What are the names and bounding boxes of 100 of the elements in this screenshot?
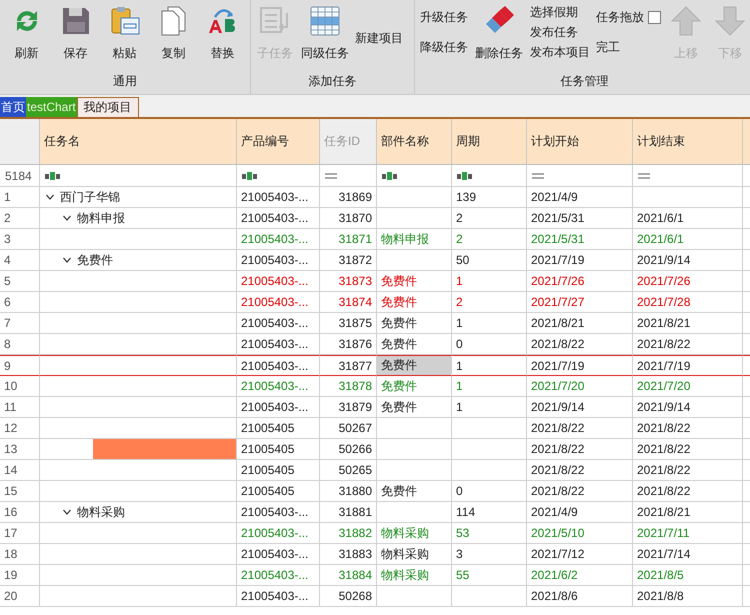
table-cell: 免费件 <box>377 481 452 502</box>
table-cell: 免费件 <box>377 355 452 376</box>
row-count: 5184 <box>0 165 40 187</box>
table-cell: 31883 <box>320 544 377 565</box>
table-cell: 2021/8/22 <box>633 460 743 481</box>
table-cell: 21005405 <box>237 481 320 502</box>
table-cell: 139 <box>452 187 527 208</box>
table-cell: 21005405 <box>237 460 320 481</box>
column-header[interactable]: 周期 <box>452 119 527 165</box>
table-cell: 31882 <box>320 523 377 544</box>
toolbar-button[interactable]: 同级任务 <box>297 2 353 73</box>
column-header[interactable]: 任务名 <box>40 119 237 165</box>
chevron-down-icon[interactable] <box>63 215 71 221</box>
row-number: 5 <box>0 271 40 292</box>
table-cell: 31880 <box>320 481 377 502</box>
table-cell: 2 <box>452 229 527 250</box>
table-cell: 31873 <box>320 271 377 292</box>
chevron-down-icon[interactable] <box>63 509 71 515</box>
column-header[interactable]: 产品编号 <box>237 119 320 165</box>
table-cell: 物料采购 <box>377 544 452 565</box>
row-number: 9 <box>0 355 40 376</box>
table-cell: 31876 <box>320 334 377 355</box>
table-cell: 2021/8/22 <box>633 418 743 439</box>
table-cell: 50 <box>452 250 527 271</box>
table-cell: 2021/7/19 <box>527 250 633 271</box>
table-cell: 53 <box>452 523 527 544</box>
group-label: 添加任务 <box>308 73 358 90</box>
table-cell: 1 <box>452 271 527 292</box>
table-cell: 21005403-... <box>237 292 320 313</box>
table-cell: 21005403-... <box>237 376 320 397</box>
toolbar-button[interactable]: 发布本项目 <box>530 44 590 62</box>
table-cell: 1 <box>452 376 527 397</box>
table-cell: 2021/7/12 <box>527 544 633 565</box>
table-cell: 21005403-... <box>237 334 320 355</box>
equals-filter-icon <box>638 172 650 178</box>
table-cell: 2021/5/31 <box>527 208 633 229</box>
chevron-down-icon[interactable] <box>46 194 54 200</box>
table-cell: 21005403-... <box>237 250 320 271</box>
table-cell: 114 <box>452 502 527 523</box>
filter-cell[interactable] <box>633 165 743 187</box>
table-cell: 2021/8/22 <box>527 439 633 460</box>
row-number: 1 <box>0 187 40 208</box>
table-cell: 1 <box>452 313 527 334</box>
tab[interactable]: 我的项目 <box>76 97 139 117</box>
toolbar-button[interactable]: 选择假期 <box>530 4 590 21</box>
table-cell: 免费件 <box>377 397 452 418</box>
table-cell: 2021/7/27 <box>527 292 633 313</box>
table-cell: 免费件 <box>377 376 452 397</box>
toolbar-button[interactable]: 发布任务 <box>530 24 590 41</box>
toolbar-button[interactable]: 降级任务 <box>420 39 468 56</box>
column-header[interactable]: 部件名称 <box>377 119 452 165</box>
table-cell: 50268 <box>320 586 377 607</box>
row-number: 14 <box>0 460 40 481</box>
table-cell: 物料采购 <box>377 523 452 544</box>
equals-filter-icon <box>532 172 544 178</box>
table-icon <box>309 5 341 37</box>
column-header[interactable]: 计划开始 <box>527 119 633 165</box>
table-cell: 2021/7/28 <box>633 292 743 313</box>
checkbox[interactable] <box>648 10 661 24</box>
toolbar-button[interactable]: 刷新 <box>2 2 51 73</box>
toolbar-button[interactable]: 复制 <box>149 2 198 73</box>
table-cell: 2021/6/1 <box>633 229 743 250</box>
table-cell: 免费件 <box>377 292 452 313</box>
table-cell: 2021/5/10 <box>527 523 633 544</box>
table-cell: 31869 <box>320 187 377 208</box>
filter-cell[interactable] <box>377 165 452 187</box>
table-cell: 31872 <box>320 250 377 271</box>
tab[interactable]: 首页 <box>0 97 26 117</box>
chevron-down-icon[interactable] <box>63 257 71 263</box>
table-cell: 2021/9/14 <box>527 397 633 418</box>
text-filter-icon <box>457 172 472 180</box>
table-cell: 50265 <box>320 460 377 481</box>
row-number: 7 <box>0 313 40 334</box>
text-filter-icon <box>45 172 60 180</box>
toolbar-button[interactable]: 升级任务 <box>420 8 468 26</box>
filter-cell[interactable] <box>237 165 320 187</box>
filter-cell[interactable] <box>452 165 527 187</box>
row-number: 6 <box>0 292 40 313</box>
toolbar-button[interactable]: 删除任务 <box>471 2 527 73</box>
filter-cell[interactable] <box>527 165 633 187</box>
table-cell: 50267 <box>320 418 377 439</box>
column-header[interactable]: 计划结束 <box>633 119 743 165</box>
table-cell: 21005403-... <box>237 523 320 544</box>
toolbar-button[interactable]: 新建项目 <box>353 30 405 47</box>
filter-cell[interactable] <box>40 165 237 187</box>
toolbar-button[interactable]: 替换 <box>198 2 247 73</box>
toolbar-button[interactable]: 完工 <box>596 39 661 56</box>
table-cell: 21005403-... <box>237 229 320 250</box>
toolbar-button[interactable]: 粘贴 <box>100 2 149 73</box>
filter-cell[interactable] <box>320 165 377 187</box>
table-cell: 21005403-... <box>237 355 320 376</box>
task-name: 物料申报 <box>77 210 125 226</box>
task-name: 西门子华锦 <box>60 188 120 206</box>
table-cell: 2021/8/21 <box>527 313 633 334</box>
table-cell: 2021/6/1 <box>633 208 743 229</box>
table-cell: 0 <box>452 334 527 355</box>
table-cell: 31881 <box>320 502 377 523</box>
table-cell: 物料采购 <box>377 565 452 586</box>
toolbar-button[interactable]: 保存 <box>51 2 100 73</box>
task-name: 免费件 <box>77 252 113 268</box>
